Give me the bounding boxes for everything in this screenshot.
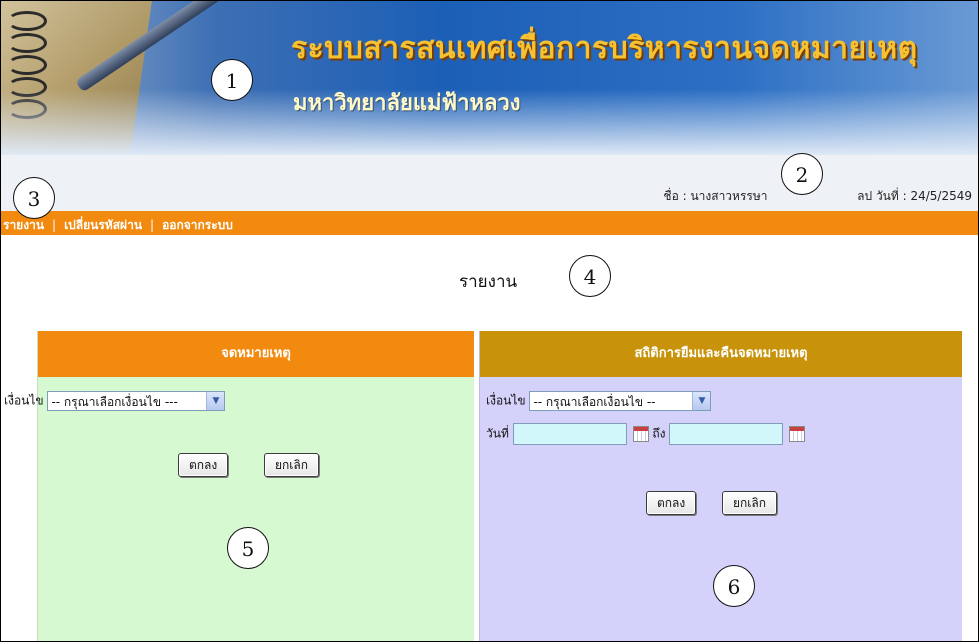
condition-select[interactable]: -- กรุณาเลือกเงื่อนไข -- ▼	[529, 391, 712, 411]
ok-button[interactable]: ตกลง	[178, 453, 229, 477]
callout-3: 3	[13, 177, 55, 219]
current-date-label: ลป วันที่ : 24/5/2549	[857, 189, 972, 203]
callout-6: 6	[713, 565, 755, 607]
spiral-ring	[7, 33, 47, 53]
app-window: ระบบสารสนเทศเพื่อการบริหารงานจดหมายเหตุ …	[0, 0, 979, 642]
chevron-down-icon[interactable]: ▼	[206, 392, 225, 410]
user-name-label: ชื่อ : นางสาวหรรษา	[663, 189, 768, 203]
menu-item-report[interactable]: รายงาน	[3, 218, 44, 232]
menu-item-change-password[interactable]: เปลี่ยนรหัสผ่าน	[64, 218, 142, 232]
panel-header: สถิติการยืมและคืนจดหมายเหตุ	[480, 331, 962, 377]
condition-row: เงื่อนไข -- กรุณาเลือกเงื่อนไข --- ▼	[4, 391, 226, 411]
cancel-button[interactable]: ยกเลิก	[264, 453, 320, 477]
header-banner: ระบบสารสนเทศเพื่อการบริหารงานจดหมายเหตุ …	[1, 1, 978, 155]
condition-row: เงื่อนไข -- กรุณาเลือกเงื่อนไข -- ▼	[486, 391, 712, 411]
condition-label: เงื่อนไข	[4, 393, 44, 408]
date-to-input[interactable]	[669, 423, 784, 445]
archive-report-panel: จดหมายเหตุ เงื่อนไข -- กรุณาเลือกเงื่อนไ…	[4, 331, 474, 641]
user-info: ชื่อ : นางสาวหรรษา ลป วันที่ : 24/5/2549	[663, 187, 972, 206]
main-menu: รายงาน | เปลี่ยนรหัสผ่าน | ออกจากระบบ	[3, 216, 233, 235]
university-name: มหาวิทยาลัยแม่ฟ้าหลวง	[293, 91, 521, 116]
callout-4: 4	[569, 255, 611, 297]
system-title: ระบบสารสนเทศเพื่อการบริหารงานจดหมายเหตุ	[291, 31, 918, 66]
menu-item-logout[interactable]: ออกจากระบบ	[162, 218, 233, 232]
condition-select-value: -- กรุณาเลือกเงื่อนไข ---	[51, 395, 178, 409]
chevron-down-icon[interactable]: ▼	[692, 392, 711, 410]
spiral-ring	[7, 11, 47, 31]
date-label: วันที่	[486, 426, 509, 441]
condition-select-value: -- กรุณาเลือกเงื่อนไข --	[533, 395, 656, 409]
menu-separator: |	[150, 218, 155, 232]
to-label: ถึง	[652, 426, 666, 441]
callout-5: 5	[227, 527, 269, 569]
menu-separator: |	[52, 218, 57, 232]
main-menu-bar: รายงาน | เปลี่ยนรหัสผ่าน | ออกจากระบบ	[1, 211, 978, 235]
calendar-icon[interactable]	[789, 426, 806, 442]
callout-1: 1	[211, 59, 253, 101]
cancel-button[interactable]: ยกเลิก	[722, 491, 778, 515]
panel-header: จดหมายเหตุ	[38, 331, 474, 377]
spiral-ring	[7, 55, 47, 75]
calendar-icon[interactable]	[632, 426, 649, 442]
condition-select[interactable]: -- กรุณาเลือกเงื่อนไข --- ▼	[47, 391, 226, 411]
date-range-row: วันที่ ถึง	[486, 423, 806, 445]
user-info-bar: ชื่อ : นางสาวหรรษา ลป วันที่ : 24/5/2549	[1, 155, 978, 211]
date-from-input[interactable]	[512, 423, 627, 445]
ok-button[interactable]: ตกลง	[646, 491, 697, 515]
callout-2: 2	[781, 153, 823, 195]
condition-label: เงื่อนไข	[486, 393, 526, 408]
content-area: รายงาน จดหมายเหตุ เงื่อนไข -- กรุณาเลือก…	[1, 235, 978, 641]
page-title: รายงาน	[459, 272, 518, 292]
